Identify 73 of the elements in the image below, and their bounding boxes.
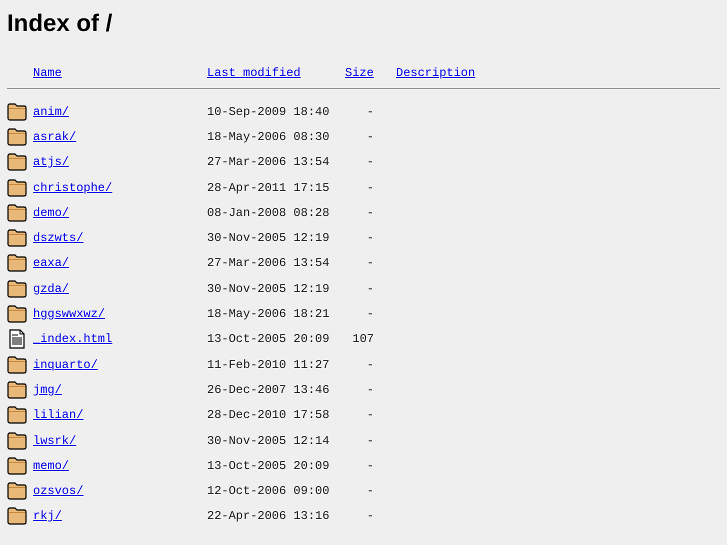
modified-date: 30-Nov-2005 12:19 bbox=[207, 231, 330, 246]
folder-icon bbox=[7, 152, 27, 172]
file-link[interactable]: memo/ bbox=[33, 458, 70, 473]
modified-date: 18-May-2006 18:21 bbox=[207, 307, 330, 322]
file-link[interactable]: christophe/ bbox=[33, 180, 112, 195]
file-link[interactable]: demo/ bbox=[33, 206, 70, 220]
folder-icon bbox=[7, 304, 27, 324]
file-link[interactable]: eaxa/ bbox=[33, 256, 70, 270]
modified-date: 27-Mar-2006 13:54 bbox=[207, 256, 330, 270]
folder-icon bbox=[7, 253, 27, 274]
modified-date: 13-Oct-2005 20:09 bbox=[207, 332, 330, 346]
modified-date: 18-May-2006 08:30 bbox=[207, 130, 330, 144]
file-size: - bbox=[366, 382, 375, 397]
file-link[interactable]: lwsrk/ bbox=[33, 434, 76, 448]
file-size: - bbox=[366, 434, 375, 448]
modified-date: 28-Dec-2010 17:58 bbox=[207, 408, 330, 422]
file-link[interactable]: anim/ bbox=[33, 104, 70, 119]
column-header-link[interactable]: Size bbox=[334, 66, 382, 80]
modified-date: 26-Dec-2007 13:46 bbox=[207, 382, 330, 397]
file-size: - bbox=[366, 458, 375, 473]
file-link[interactable]: _index.html bbox=[33, 332, 112, 346]
file-size: - bbox=[366, 358, 375, 372]
folder-icon bbox=[7, 456, 27, 476]
page-title: Index of / bbox=[7, 10, 114, 38]
file-link[interactable]: lilian/ bbox=[33, 408, 84, 422]
file-size: - bbox=[366, 282, 375, 296]
file-size: - bbox=[366, 484, 375, 498]
file-link[interactable]: rkj/ bbox=[33, 509, 62, 524]
file-link[interactable]: ozsvos/ bbox=[33, 484, 84, 498]
modified-date: 08-Jan-2008 08:28 bbox=[207, 206, 330, 220]
file-size: - bbox=[366, 307, 375, 322]
modified-date: 22-Apr-2006 13:16 bbox=[207, 509, 330, 524]
modified-date: 27-Mar-2006 13:54 bbox=[207, 155, 330, 170]
file-link[interactable]: jmg/ bbox=[33, 382, 62, 397]
modified-date: 30-Nov-2005 12:14 bbox=[207, 434, 330, 448]
modified-date: 12-Oct-2006 09:00 bbox=[207, 484, 330, 498]
modified-date: 28-Apr-2011 17:15 bbox=[207, 180, 330, 195]
column-header-link[interactable]: Name bbox=[33, 66, 207, 80]
file-size: - bbox=[366, 408, 375, 422]
file-size: - bbox=[366, 130, 375, 144]
folder-icon bbox=[7, 178, 27, 198]
file-size: - bbox=[366, 509, 375, 524]
folder-icon bbox=[7, 380, 27, 400]
folder-icon bbox=[7, 430, 27, 450]
folder-icon bbox=[7, 202, 27, 223]
column-header-link[interactable]: Description bbox=[382, 66, 727, 80]
file-link[interactable]: gzda/ bbox=[33, 282, 70, 296]
file-link[interactable]: atjs/ bbox=[33, 155, 70, 170]
file-link[interactable]: inquarto/ bbox=[33, 358, 98, 372]
file-size: - bbox=[366, 231, 375, 246]
file-link[interactable]: asrak/ bbox=[33, 130, 76, 144]
folder-icon bbox=[7, 228, 27, 248]
file-size: - bbox=[366, 206, 375, 220]
folder-icon bbox=[7, 506, 27, 526]
file-link[interactable]: dszwts/ bbox=[33, 231, 84, 246]
folder-icon bbox=[7, 278, 27, 299]
folder-icon bbox=[7, 102, 27, 122]
file-size: - bbox=[366, 180, 375, 195]
file-link[interactable]: hggswwxwz/ bbox=[33, 307, 106, 322]
document-icon bbox=[7, 329, 27, 350]
modified-date: 13-Oct-2005 20:09 bbox=[207, 458, 330, 473]
folder-icon bbox=[7, 126, 27, 147]
folder-icon bbox=[7, 405, 27, 426]
file-size: 107 bbox=[352, 332, 375, 346]
modified-date: 10-Sep-2009 18:40 bbox=[207, 104, 330, 119]
modified-date: 11-Feb-2010 11:27 bbox=[207, 358, 330, 372]
folder-icon bbox=[7, 354, 27, 375]
folder-icon bbox=[7, 481, 27, 502]
modified-date: 30-Nov-2005 12:19 bbox=[207, 282, 330, 296]
file-size: - bbox=[366, 256, 375, 270]
column-header-link[interactable]: Last modified bbox=[207, 66, 301, 80]
file-size: - bbox=[366, 155, 375, 170]
file-size: - bbox=[366, 104, 375, 119]
